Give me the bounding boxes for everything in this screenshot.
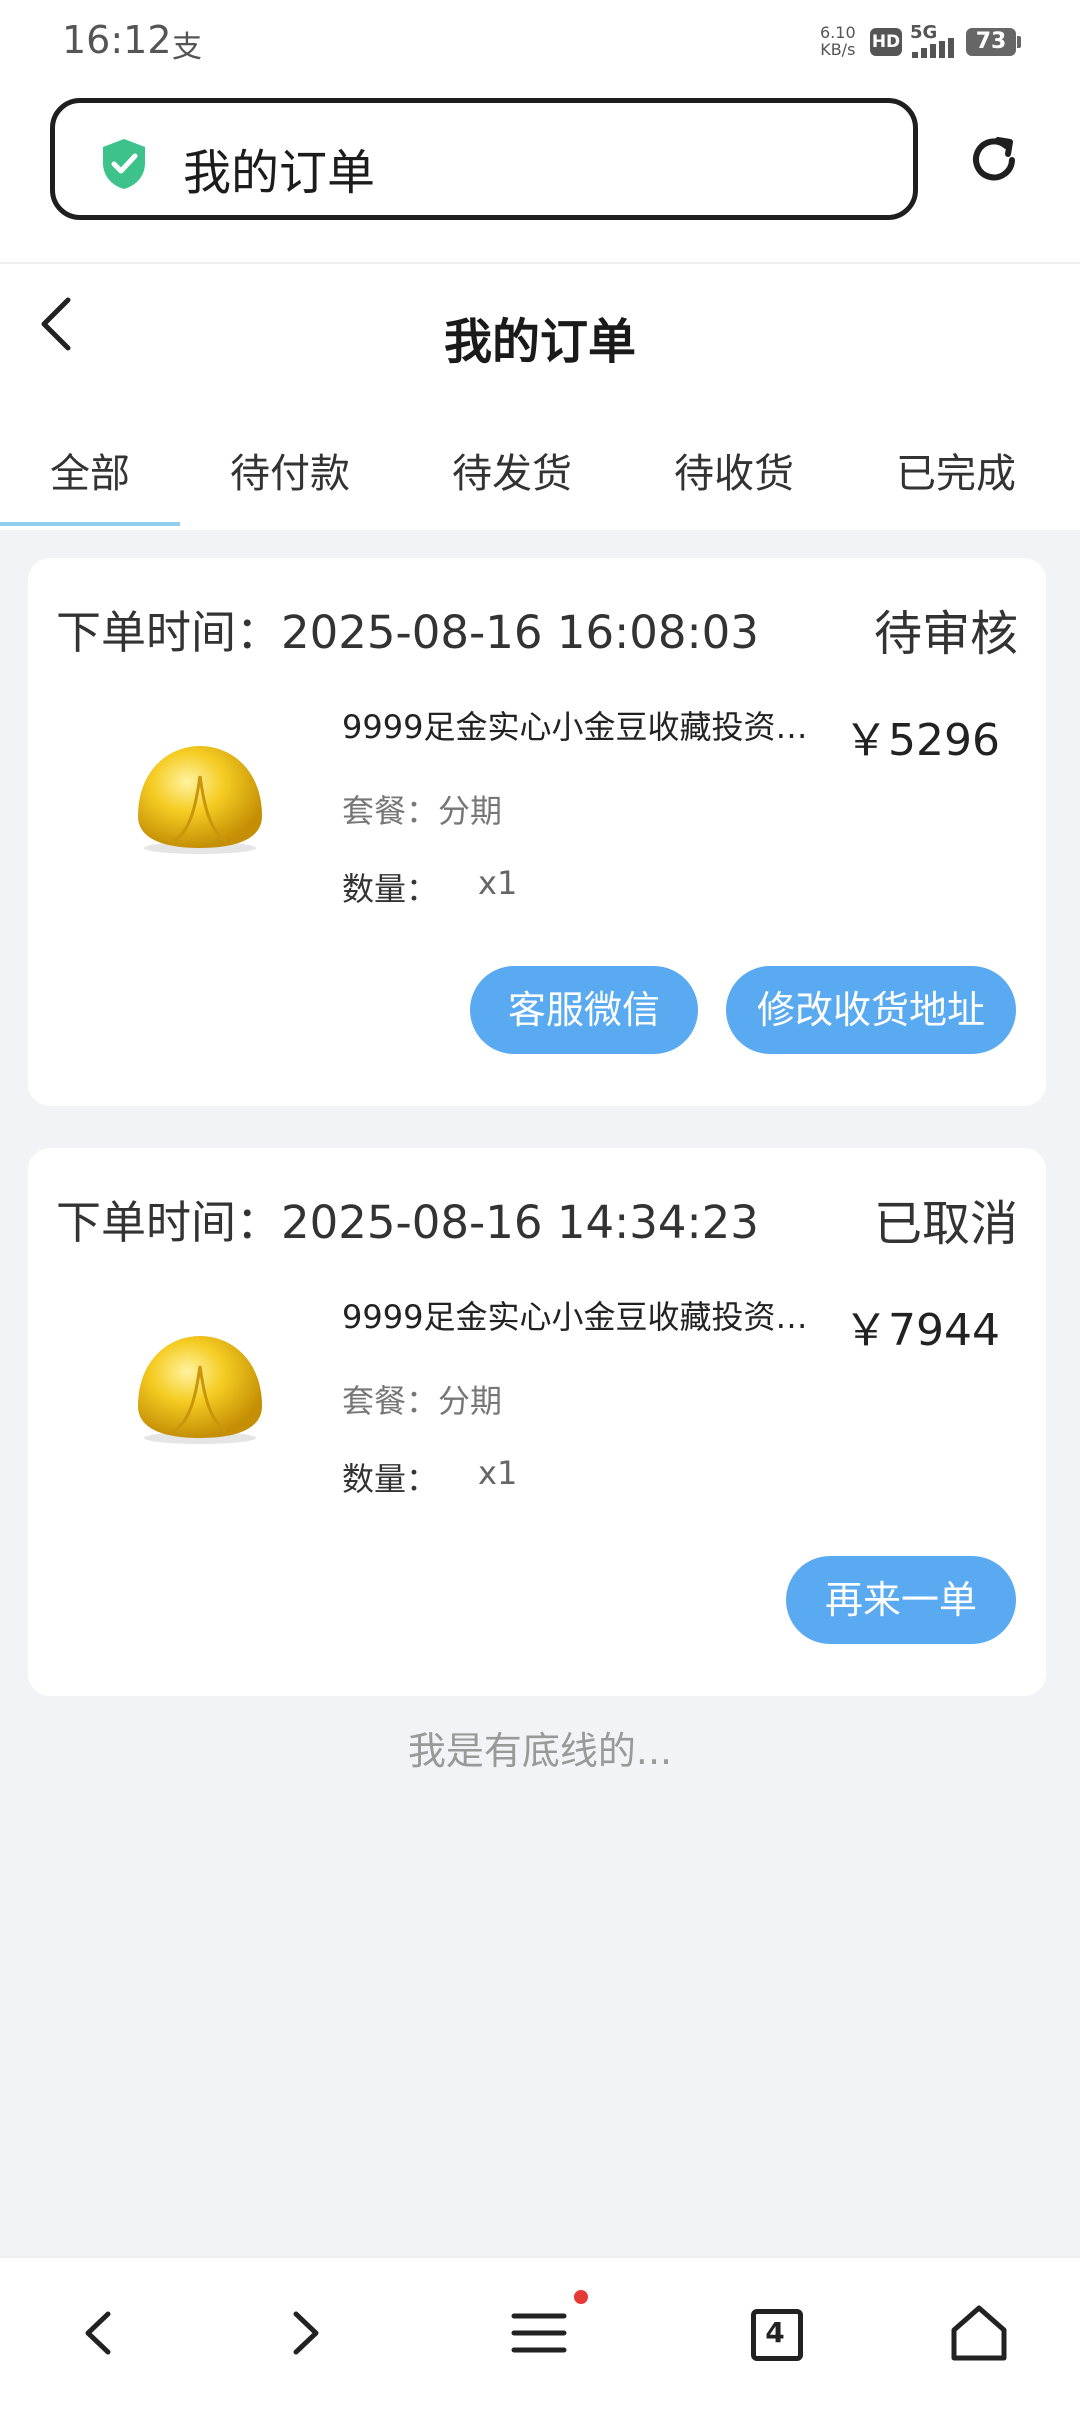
reorder-button[interactable]: 再来一单 [786,1556,1016,1644]
quantity-value: x1 [478,864,518,902]
active-tab-indicator [0,522,180,526]
tab-pending-payment[interactable]: 待付款 [200,434,380,526]
status-bar: 16:12 支 6.10 KB/s HD 5G 73 [0,0,1080,86]
hd-icon: HD [870,28,902,56]
alipay-icon: 支 [172,30,202,65]
tab-pending-shipment[interactable]: 待发货 [422,434,602,526]
quantity-value: x1 [478,1454,518,1492]
network-speed-value: 6.10 [820,23,856,42]
network-speed: 6.10 KB/s [820,24,856,58]
page-title: 我的订单 [443,314,636,370]
page-header: 我的订单 全部 待付款 待发货 待收货 已完成 [0,264,1080,530]
product-name[interactable]: 9999足金实心小金豆收藏投资… [342,1292,838,1338]
order-status: 已取消 [873,1196,1018,1252]
order-tabs: 全部 待付款 待发货 待收货 已完成 [0,434,1080,530]
tab-completed[interactable]: 已完成 [866,434,1046,526]
order-status: 待审核 [873,606,1018,662]
order-card[interactable]: 下单时间：2025-08-16 16:08:03 待审核 9999足金实心小金豆… [28,558,1046,1106]
forward-arrow-icon[interactable] [270,2298,340,2368]
order-time: 下单时间：2025-08-16 14:34:23 [56,1196,759,1249]
tab-pending-receipt[interactable]: 待收货 [644,434,824,526]
order-card[interactable]: 下单时间：2025-08-16 14:34:23 已取消 9999足金实心小金豆… [28,1148,1046,1696]
end-of-list-note: 我是有底线的... [407,1729,673,1773]
tab-all[interactable]: 全部 [0,434,180,526]
back-arrow-icon[interactable] [64,2298,134,2368]
reload-icon[interactable] [964,130,1024,190]
network-speed-unit: KB/s [820,40,856,59]
status-time: 16:12 [62,18,172,62]
customer-service-wechat-button[interactable]: 客服微信 [470,966,698,1054]
bottom-nav: 4 [0,2256,1080,2410]
notification-dot [574,2290,588,2304]
product-price: ￥7944 [844,1305,1000,1356]
tabs-count: 4 [765,2316,785,2349]
battery-level: 73 [966,28,1016,56]
order-time: 下单时间：2025-08-16 16:08:03 [56,606,759,659]
address-bar[interactable]: 我的订单 [50,98,918,220]
quantity-label: 数量： [342,870,439,908]
browser-toolbar: 我的订单 [0,86,1080,264]
menu-icon[interactable] [504,2298,574,2368]
gold-bean-image [138,746,262,854]
home-icon[interactable] [944,2298,1014,2368]
product-package: 套餐：分期 [342,1382,503,1420]
gold-bean-image [138,1336,262,1444]
battery-icon [1017,36,1021,48]
quantity-label: 数量： [342,1460,439,1498]
product-name[interactable]: 9999足金实心小金豆收藏投资… [342,702,838,748]
tabs-button[interactable]: 4 [740,2298,810,2368]
change-address-button[interactable]: 修改收货地址 [726,966,1016,1054]
product-package: 套餐：分期 [342,792,503,830]
product-price: ￥5296 [844,715,1000,766]
address-text: 我的订单 [183,145,376,201]
shield-check-icon [103,139,145,189]
signal-icon [912,38,954,58]
